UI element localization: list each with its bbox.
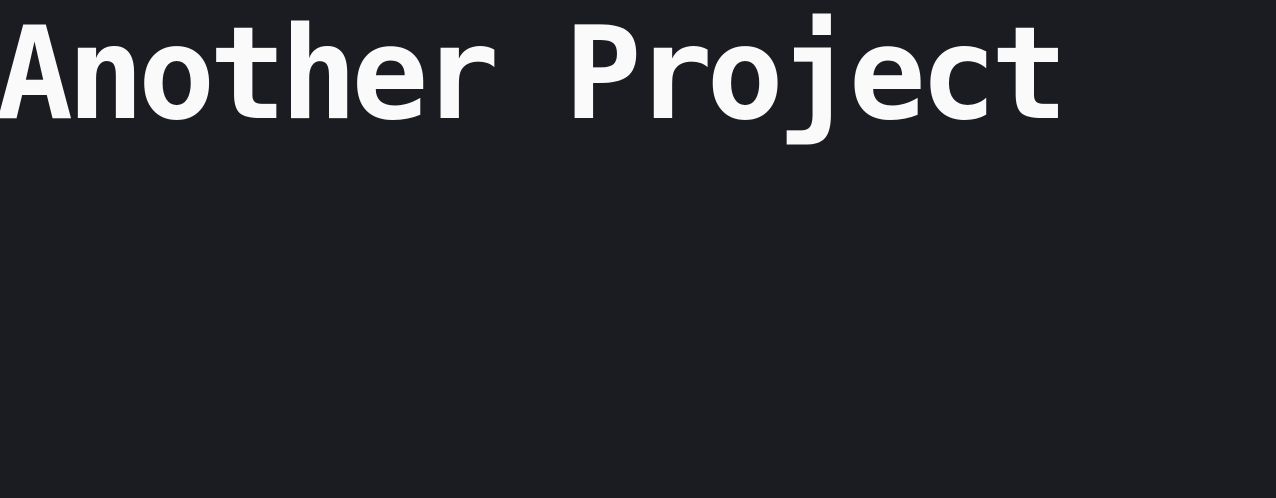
page-title: Another Project [0,0,1068,149]
page-canvas: Another Project [0,0,1276,498]
